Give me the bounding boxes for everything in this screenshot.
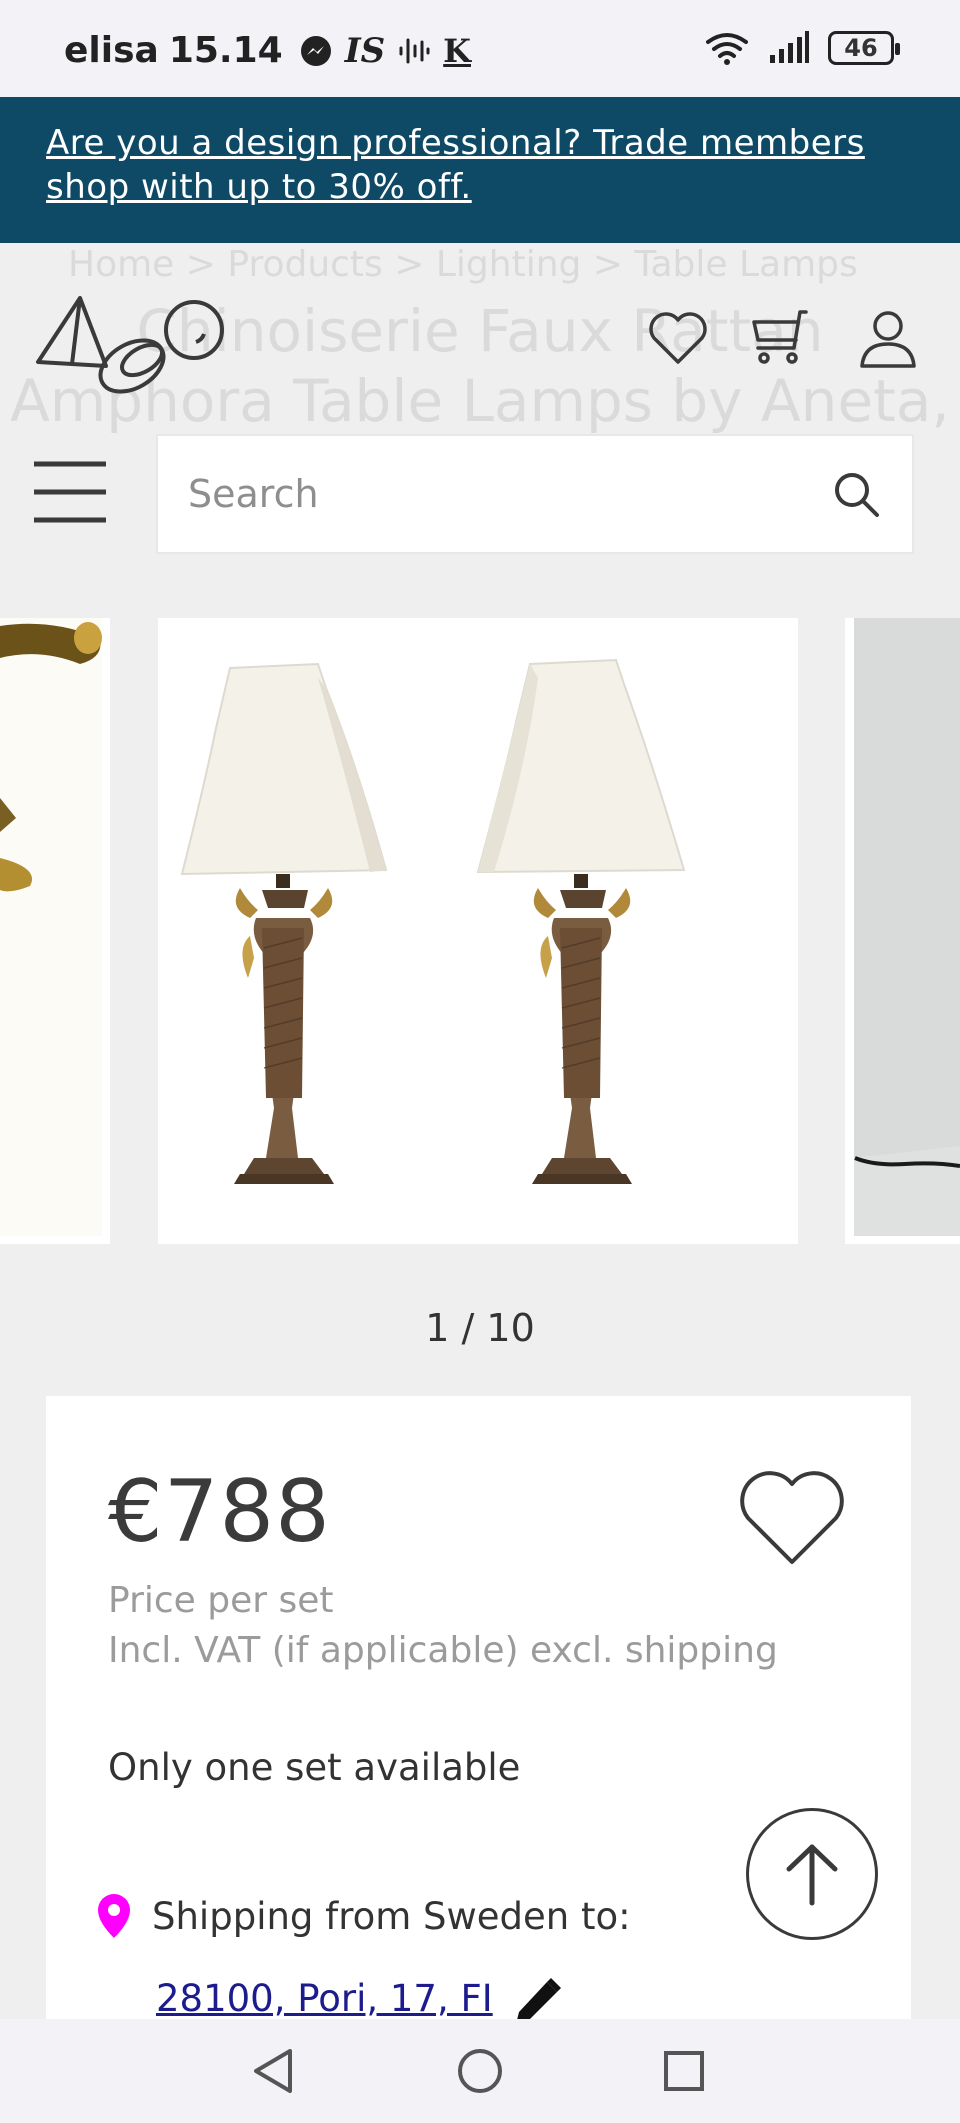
home-circle-icon[interactable] bbox=[452, 2043, 508, 2099]
shipping-origin: Shipping from Sweden to: bbox=[94, 1892, 631, 1940]
recent-apps-square-icon[interactable] bbox=[656, 2043, 712, 2099]
search-input[interactable] bbox=[188, 472, 832, 516]
vat-note: Incl. VAT (if applicable) excl. shipping bbox=[108, 1630, 778, 1671]
carrier-name: elisa bbox=[64, 30, 159, 71]
trade-banner: Are you a design professional? Trade mem… bbox=[0, 97, 960, 243]
arrow-up-icon bbox=[786, 1844, 838, 1906]
signal-icon bbox=[770, 31, 809, 63]
carousel-slide-current[interactable] bbox=[158, 618, 798, 1244]
floor-lamp-image bbox=[845, 618, 960, 1244]
status-right: 46 bbox=[704, 30, 900, 66]
wifi-icon bbox=[706, 33, 748, 65]
back-triangle-icon[interactable] bbox=[246, 2043, 302, 2099]
wishlist-heart-icon[interactable] bbox=[646, 308, 710, 368]
product-info-card: €788 Price per set Incl. VAT (if applica… bbox=[46, 1396, 911, 2123]
hamburger-menu-icon[interactable] bbox=[34, 460, 106, 524]
search-bar bbox=[156, 434, 914, 554]
status-left: elisa 15.14 IS K bbox=[64, 30, 471, 71]
shipping-destination-link[interactable]: 28100, Pori, 17, FI bbox=[156, 1977, 493, 2020]
back-to-top-button[interactable] bbox=[746, 1808, 878, 1940]
product-price: €788 bbox=[108, 1462, 331, 1562]
battery-icon: 46 bbox=[828, 31, 900, 65]
clock: 15.14 bbox=[168, 30, 283, 71]
carousel-slide-next[interactable] bbox=[845, 618, 960, 1244]
add-to-wishlist-heart-icon[interactable] bbox=[736, 1468, 848, 1568]
messenger-icon bbox=[300, 35, 331, 66]
product-title-line1: Chinoiserie Faux Rattan bbox=[136, 297, 824, 365]
status-bar: elisa 15.14 IS K 46 bbox=[0, 0, 960, 97]
system-navigation-bar bbox=[0, 2019, 960, 2123]
shipping-label: Shipping from Sweden to: bbox=[152, 1894, 631, 1938]
trade-members-link[interactable]: Are you a design professional? Trade mem… bbox=[46, 123, 865, 207]
location-pin-icon bbox=[98, 1894, 130, 1938]
availability-text: Only one set available bbox=[108, 1746, 521, 1789]
cart-icon[interactable] bbox=[748, 308, 812, 368]
is-app-icon: IS bbox=[344, 30, 386, 71]
account-icon[interactable] bbox=[856, 308, 920, 368]
search-icon[interactable] bbox=[832, 470, 880, 518]
edit-pencil-icon[interactable] bbox=[513, 1976, 563, 2020]
breadcrumb: Home > Products > Lighting > Table Lamps bbox=[68, 244, 858, 285]
audio-wave-icon bbox=[399, 38, 430, 63]
shipping-destination: 28100, Pori, 17, FI bbox=[156, 1976, 563, 2020]
gold-lamp-image bbox=[0, 618, 110, 1244]
notification-icons: IS K bbox=[299, 31, 471, 71]
price-unit: Price per set bbox=[108, 1580, 334, 1621]
k-app-icon: K bbox=[443, 31, 471, 70]
amphora-table-lamps-image bbox=[158, 618, 798, 1244]
site-logo[interactable] bbox=[34, 290, 234, 410]
carousel-slide-previous[interactable] bbox=[0, 618, 110, 1244]
carousel-counter: 1 / 10 bbox=[425, 1306, 535, 1350]
